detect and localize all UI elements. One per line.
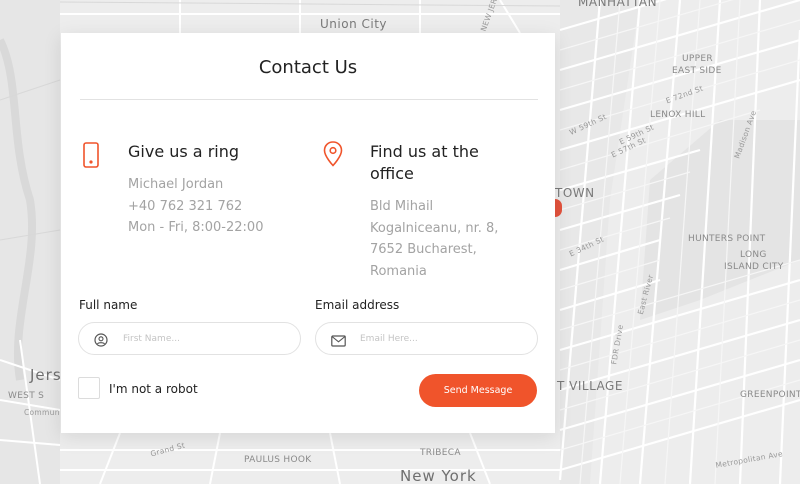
office-address-line1: Bld Mihail: [370, 199, 434, 214]
map-label-new-york: New York: [400, 467, 477, 484]
map-label-west-side: WEST S: [8, 391, 45, 401]
map-label-union-city: Union City: [320, 17, 388, 31]
full-name-field[interactable]: [78, 322, 301, 355]
phone-icon: [83, 142, 99, 172]
map-label-east-side: EAST SIDE: [672, 66, 722, 76]
map-label-tribeca: TRIBECA: [420, 448, 461, 458]
office-heading-line2: office: [370, 164, 414, 183]
map-label-community: Commun: [24, 408, 60, 417]
office-heading-line1: Find us at the: [370, 142, 479, 161]
map-label-midtown: TOWN: [555, 186, 595, 200]
phone-contact-name: Michael Jordan: [128, 177, 224, 192]
contact-card: Contact Us Give us a ring Michael Jordan…: [61, 33, 555, 433]
full-name-input[interactable]: [123, 331, 293, 347]
user-icon: [94, 332, 108, 351]
email-field[interactable]: [315, 322, 538, 355]
envelope-icon: [331, 332, 346, 351]
map-label-lenox-hill: LENOX HILL: [650, 110, 706, 120]
robot-checkbox[interactable]: [78, 377, 100, 399]
card-title: Contact Us: [258, 57, 358, 78]
map-label-paulus-hook: PAULUS HOOK: [244, 455, 312, 465]
map-label-greenpoint: GREENPOINT: [740, 390, 800, 400]
title-divider: [80, 99, 538, 100]
map-label-east-village: T VILLAGE: [557, 379, 623, 393]
map-label-jersey: Jers: [30, 366, 62, 384]
map-label-long: LONG: [740, 250, 767, 260]
map-label-manhattan: MANHATTAN: [578, 0, 658, 9]
phone-hours: Mon - Fri, 8:00-22:00: [128, 220, 264, 235]
send-message-button[interactable]: Send Message: [419, 374, 537, 407]
map-label-hunters-point: HUNTERS POINT: [688, 234, 766, 244]
phone-number: +40 762 321 762: [128, 198, 243, 214]
office-address-line3: 7652 Bucharest,: [370, 242, 477, 257]
office-address-line4: Romania: [370, 263, 427, 279]
phone-heading: Give us a ring: [128, 142, 240, 161]
map-label-island-city: ISLAND CITY: [724, 262, 784, 272]
full-name-label: Full name: [79, 298, 138, 312]
map-label-upper: UPPER: [682, 54, 713, 64]
office-address-line2: Kogalniceanu, nr. 8,: [370, 220, 499, 236]
email-label: Email address: [315, 298, 400, 312]
email-input[interactable]: [360, 331, 530, 347]
robot-checkbox-label: I'm not a robot: [109, 382, 198, 396]
location-pin-icon: [323, 141, 343, 171]
